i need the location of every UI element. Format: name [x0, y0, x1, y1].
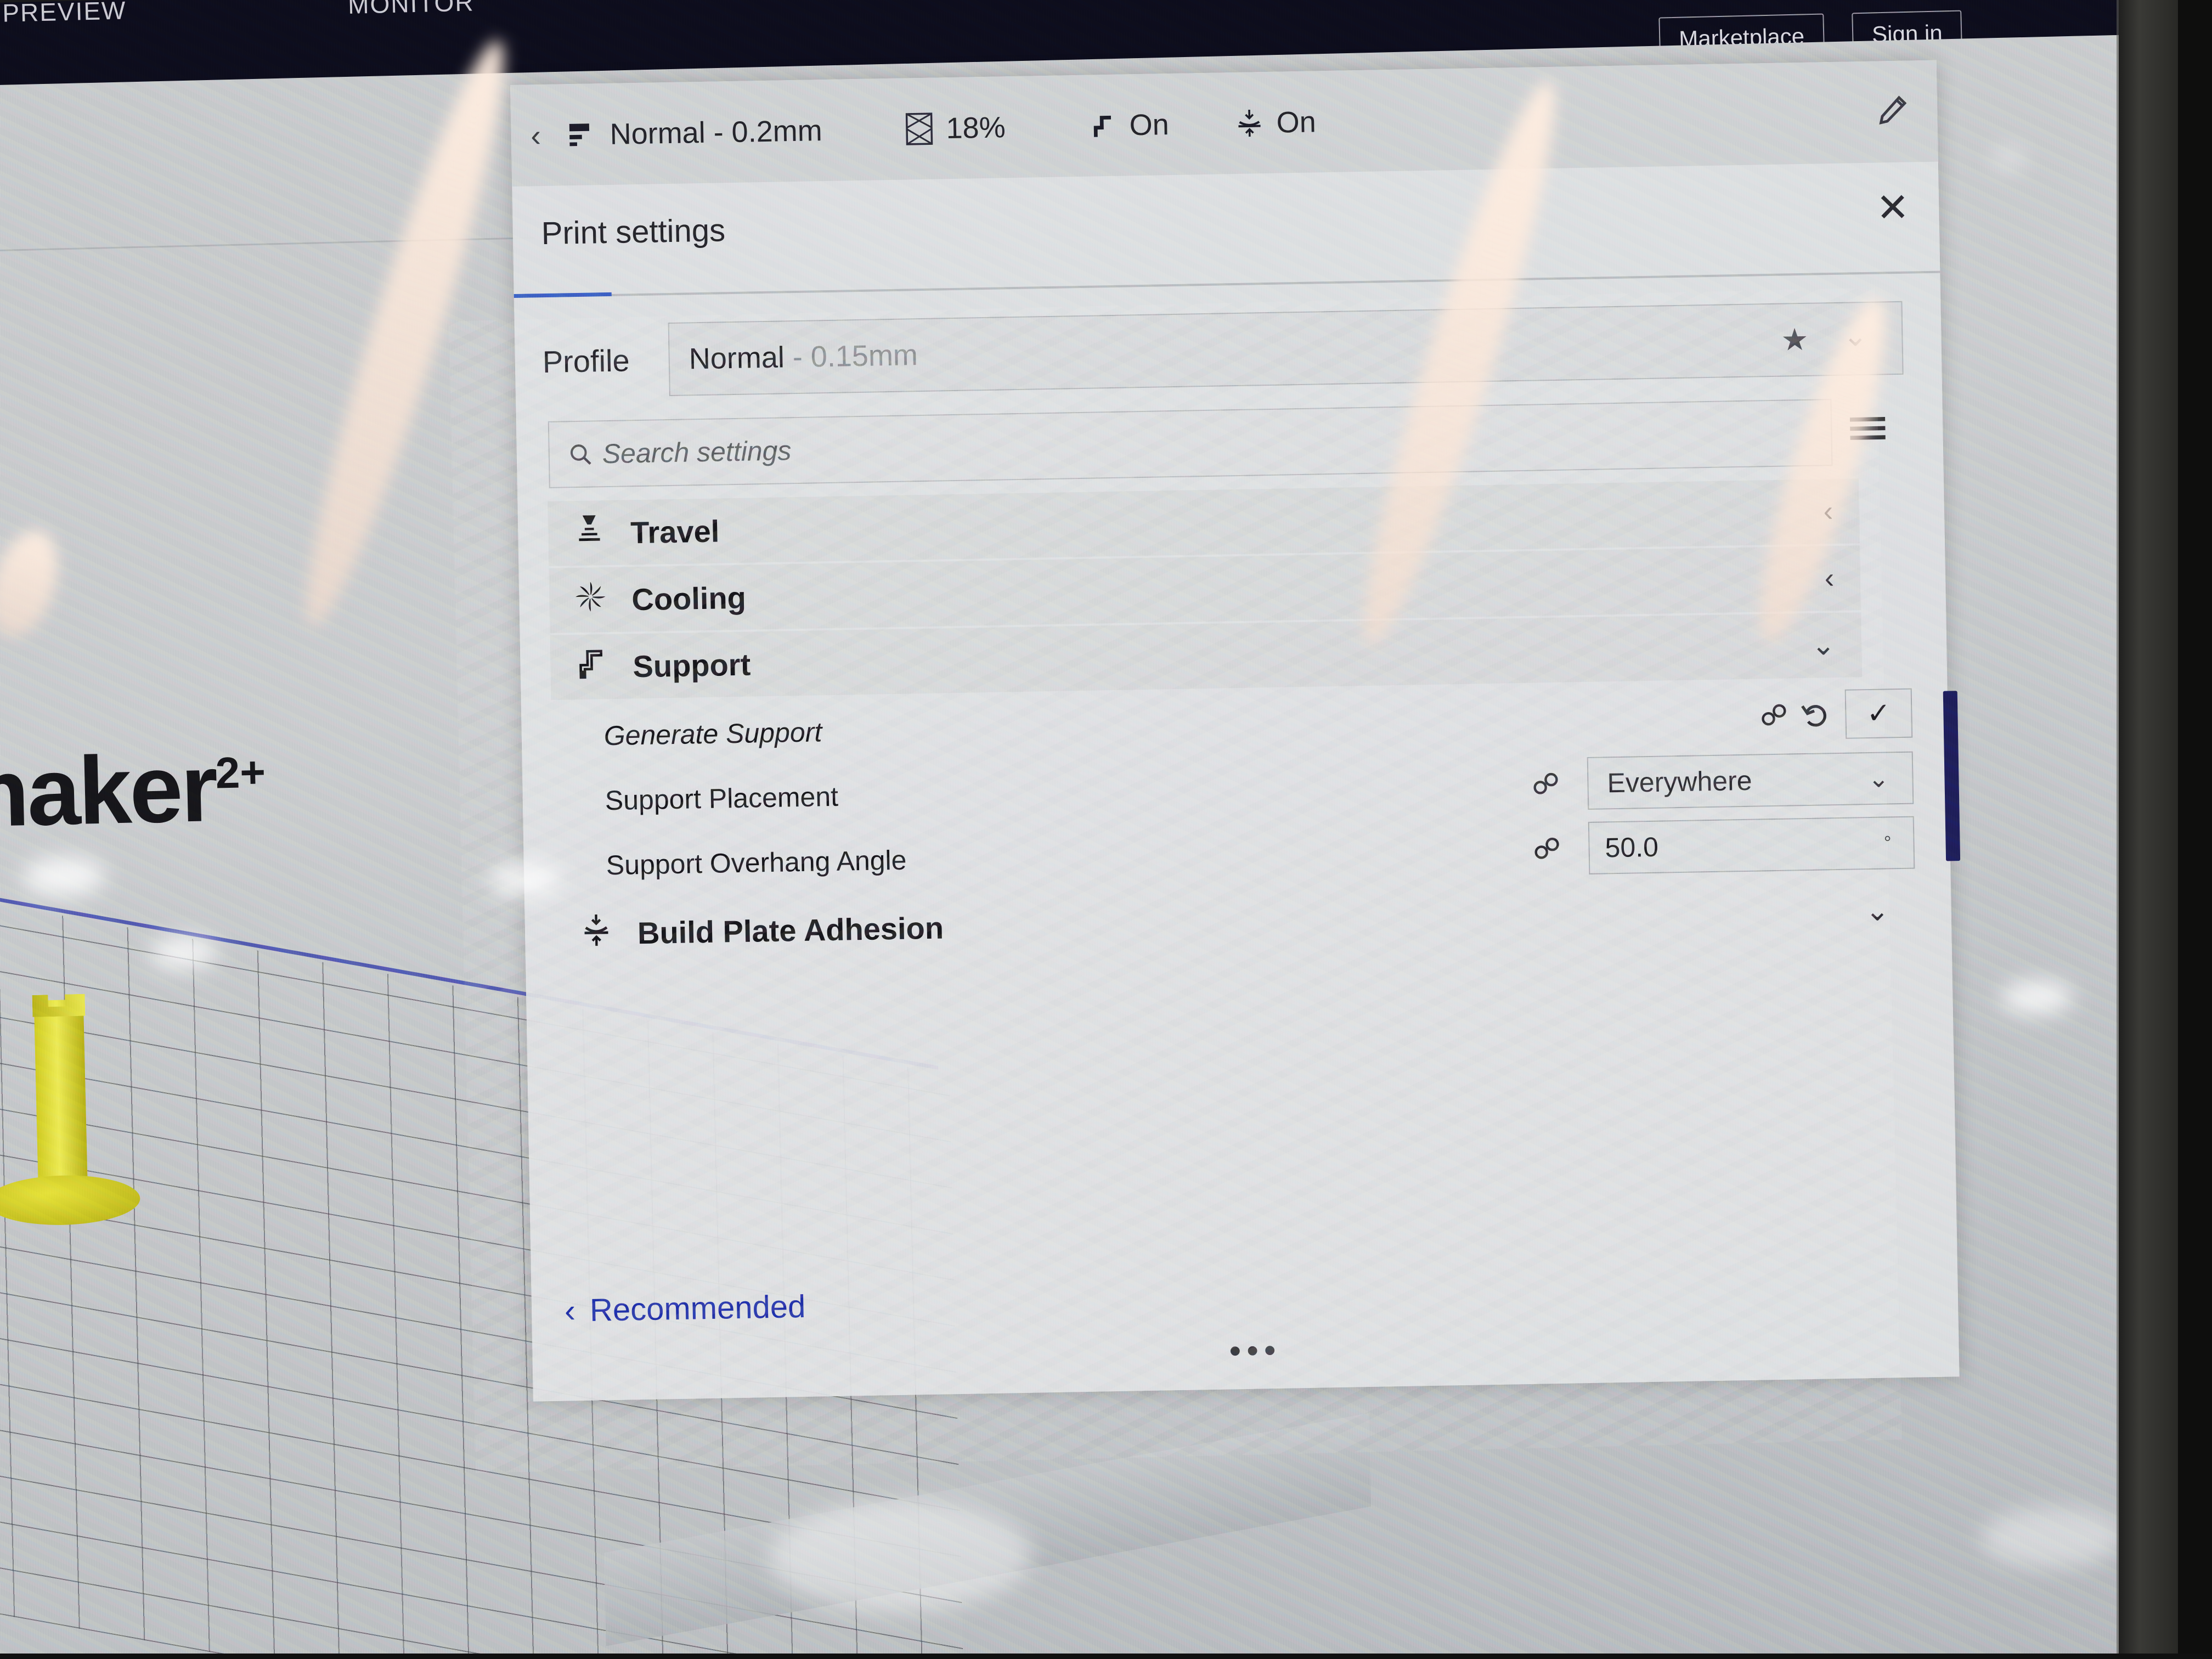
generate-support-checkbox[interactable]: ✓	[1844, 688, 1913, 739]
search-input[interactable]: Search settings	[548, 399, 1833, 488]
summary-infill-value: 18%	[946, 110, 1006, 145]
chevron-down-icon[interactable]: ⌄	[1867, 763, 1889, 793]
summary-adhesion-value: On	[1276, 105, 1317, 139]
category-support-label: Support	[633, 647, 751, 684]
star-icon[interactable]: ★	[1781, 321, 1809, 358]
link-icon[interactable]	[1759, 702, 1791, 728]
viewport-divider	[0, 236, 535, 252]
summary-support[interactable]: On	[1087, 108, 1169, 143]
profile-row: Profile Normal - 0.15mm ★ ⌄	[542, 297, 1904, 403]
category-travel-arrow-icon[interactable]: ‹	[1823, 495, 1833, 528]
support-overhang-angle-value: 50.0	[1605, 831, 1659, 864]
category-build-plate-adhesion-arrow-icon[interactable]: ⌄	[1865, 894, 1890, 928]
category-cooling-arrow-icon[interactable]: ‹	[1824, 562, 1834, 595]
link-icon[interactable]	[1532, 836, 1564, 862]
printer-name-watermark: maker2+	[0, 732, 267, 850]
support-icon	[1093, 115, 1111, 137]
travel-icon	[548, 512, 631, 554]
printer-name-sup: 2+	[215, 747, 267, 798]
category-travel-label: Travel	[630, 514, 720, 550]
support-settings-list: Generate Support ✓ Support Placement Eve…	[551, 681, 1916, 969]
category-build-plate-adhesion-label: Build Plate Adhesion	[637, 910, 944, 950]
support-glyph	[579, 650, 602, 679]
print-settings-dialog: ‹ Normal - 0.2mm 18% On On Print setting…	[510, 60, 1961, 1402]
setting-generate-support-label: Generate Support	[603, 716, 822, 752]
setting-support-placement-label: Support Placement	[605, 781, 839, 816]
category-cooling-label: Cooling	[631, 580, 747, 617]
support-overhang-angle-unit: °	[1883, 832, 1892, 854]
dialog-header: Print settings ✕	[512, 166, 1940, 298]
dialog-tab-underline	[514, 270, 1940, 298]
tab-monitor[interactable]: MONITOR	[348, 0, 475, 20]
profile-value-suffix: - 0.15mm	[784, 338, 918, 374]
support-placement-value: Everywhere	[1607, 765, 1752, 799]
settings-category-list: Travel ‹ Cooling ‹ Support ⌄	[548, 478, 1863, 702]
profile-label: Profile	[542, 342, 630, 379]
summary-support-value: On	[1129, 108, 1170, 142]
build-plate-adhesion-glyph	[584, 914, 608, 946]
dialog-title: Print settings	[541, 212, 726, 252]
tab-preview[interactable]: PREVIEW	[2, 0, 127, 28]
dialog-active-tab-indicator	[514, 292, 612, 298]
model-body[interactable]	[33, 999, 88, 1193]
profile-value-main: Normal	[689, 341, 785, 376]
recommended-label: Recommended	[589, 1288, 806, 1328]
cooling-fan-icon	[549, 579, 632, 621]
settings-scrollbar[interactable]	[1943, 691, 1961, 861]
setting-support-overhang-angle-label: Support Overhang Angle	[606, 844, 907, 881]
infill-grid-icon	[905, 112, 933, 145]
monitor-bezel-outer	[2178, 0, 2212, 1659]
layer-height-icon	[569, 123, 590, 146]
summary-layer-height[interactable]: Normal - 0.2mm	[566, 114, 822, 152]
search-row: Search settings	[548, 396, 1904, 490]
recommended-link[interactable]: ‹ Recommended	[564, 1288, 805, 1330]
hamburger-menu-glyph	[1849, 416, 1886, 440]
link-icon[interactable]	[1531, 771, 1562, 797]
support-placement-dropdown[interactable]: Everywhere ⌄	[1587, 751, 1914, 810]
travel-glyph	[579, 515, 600, 541]
support-overhang-angle-input[interactable]: 50.0 °	[1588, 816, 1915, 874]
summary-infill[interactable]: 18%	[904, 110, 1006, 146]
summary-adhesion[interactable]: On	[1234, 105, 1316, 140]
cooling-fan-glyph	[575, 582, 606, 612]
dialog-resize-handle[interactable]: •••	[1229, 1331, 1282, 1371]
pencil-icon[interactable]	[1876, 93, 1910, 127]
monitor-screen: PREVIEW MONITOR Marketplace Sign in make…	[0, 0, 2160, 1659]
chevron-down-icon[interactable]: ⌄	[1843, 318, 1868, 353]
category-support-arrow-icon[interactable]: ⌄	[1811, 629, 1836, 662]
search-icon	[570, 444, 591, 465]
build-plate-adhesion-icon	[1238, 109, 1261, 137]
profile-select[interactable]: Normal - 0.15mm ★ ⌄	[668, 301, 1904, 397]
monitor-bezel-bottom	[0, 1654, 2212, 1659]
revert-icon[interactable]	[1800, 701, 1831, 729]
printer-name-text: maker	[0, 734, 217, 848]
summary-layer-height-value: Normal - 0.2mm	[610, 114, 823, 151]
profile-value: Normal - 0.15mm	[689, 338, 918, 376]
back-chevron-icon: ‹	[564, 1292, 576, 1329]
hamburger-menu-icon[interactable]	[1832, 413, 1904, 450]
photograph-of-monitor: PREVIEW MONITOR Marketplace Sign in make…	[0, 0, 2212, 1659]
search-placeholder: Search settings	[602, 435, 792, 470]
support-icon	[550, 646, 633, 687]
collapse-chevron-icon[interactable]: ‹	[511, 117, 561, 154]
close-icon[interactable]: ✕	[1876, 186, 1910, 230]
build-plate-adhesion-icon	[555, 912, 637, 955]
